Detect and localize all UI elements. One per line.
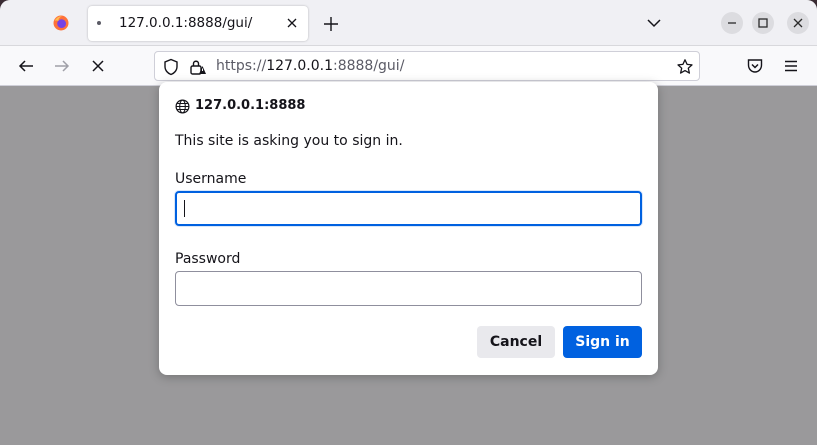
username-label: Username [175, 171, 247, 187]
sign-in-button[interactable]: Sign in [563, 326, 642, 358]
bookmark-star-icon[interactable] [676, 58, 694, 76]
browser-window: 127.0.0.1:8888/gui/ https://127.0.0.1:88… [0, 0, 817, 445]
maximize-icon [758, 18, 768, 28]
close-icon [793, 18, 803, 28]
close-tab-icon[interactable] [284, 15, 300, 31]
url-scheme: https:// [216, 58, 267, 74]
chevron-down-icon[interactable] [646, 16, 662, 30]
text-caret [184, 200, 185, 217]
back-arrow-icon[interactable] [17, 57, 35, 75]
pocket-icon[interactable] [746, 57, 764, 75]
stop-loading-icon[interactable] [89, 57, 107, 75]
tab-active[interactable]: 127.0.0.1:8888/gui/ [88, 6, 308, 41]
firefox-logo-icon[interactable] [53, 15, 69, 31]
dialog-host: 127.0.0.1:8888 [195, 98, 306, 113]
insecure-lock-icon[interactable] [189, 58, 207, 76]
tab-strip: 127.0.0.1:8888/gui/ [0, 0, 817, 46]
close-window-button[interactable] [787, 12, 809, 34]
cancel-button[interactable]: Cancel [477, 326, 555, 358]
minimize-icon [728, 22, 736, 24]
sign-in-dialog: 127.0.0.1:8888 This site is asking you t… [159, 82, 658, 375]
nav-toolbar: https://127.0.0.1:8888/gui/ [0, 46, 817, 86]
loading-dot-icon [97, 21, 101, 25]
menu-hamburger-icon[interactable] [782, 57, 800, 75]
password-field[interactable] [175, 271, 642, 306]
url-host: 127.0.0.1 [266, 58, 333, 74]
password-label: Password [175, 251, 241, 267]
globe-icon [175, 99, 190, 114]
minimize-button[interactable] [721, 12, 743, 34]
forward-arrow-icon[interactable] [53, 57, 71, 75]
url-path: :8888/gui/ [332, 58, 405, 74]
url-text[interactable]: https://127.0.0.1:8888/gui/ [216, 58, 404, 74]
new-tab-icon[interactable] [322, 15, 340, 33]
username-field[interactable] [175, 191, 642, 226]
tab-title: 127.0.0.1:8888/gui/ [119, 15, 253, 31]
maximize-button[interactable] [752, 12, 774, 34]
dialog-message: This site is asking you to sign in. [175, 133, 403, 149]
url-bar[interactable]: https://127.0.0.1:8888/gui/ [154, 51, 700, 81]
shield-icon[interactable] [163, 58, 179, 76]
